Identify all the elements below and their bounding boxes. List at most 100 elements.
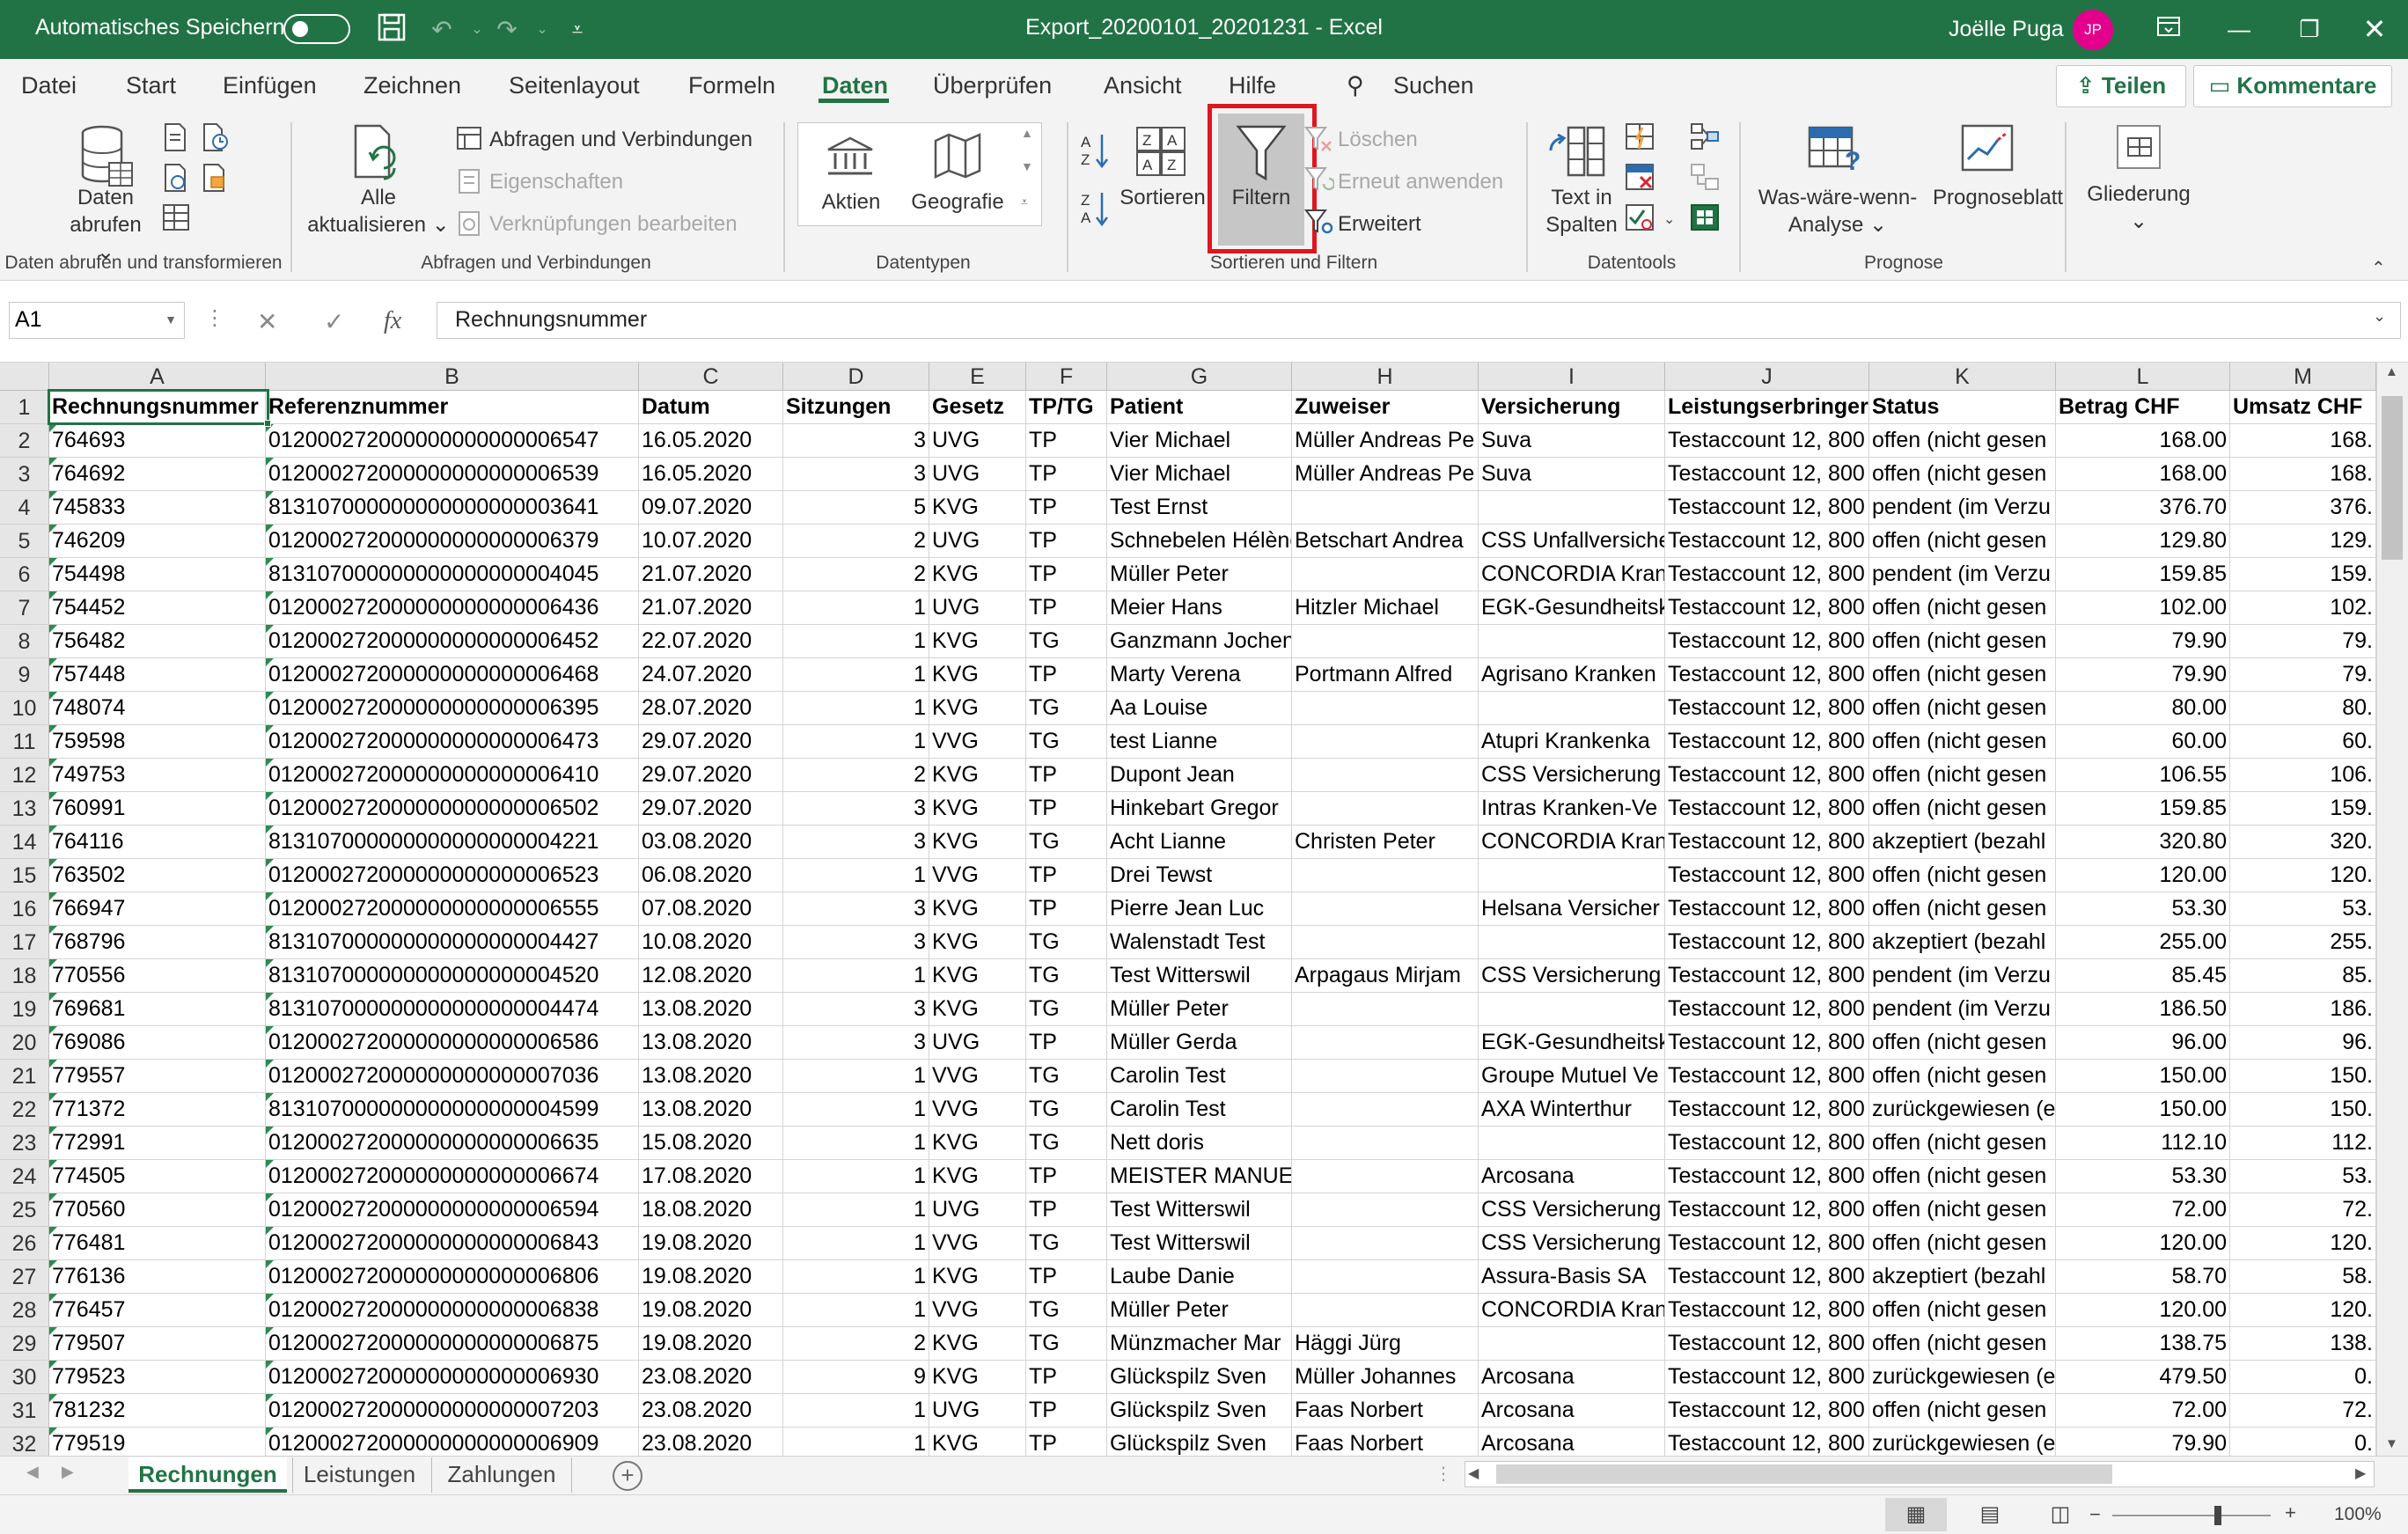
- row-header[interactable]: 8: [0, 625, 49, 658]
- table-cell[interactable]: 776457: [49, 1294, 266, 1327]
- table-cell[interactable]: 748074: [49, 692, 266, 725]
- table-cell[interactable]: KVG: [929, 658, 1026, 692]
- table-cell[interactable]: 012000272000000000000006410: [266, 759, 639, 792]
- table-cell[interactable]: 150.00: [2056, 1093, 2230, 1127]
- table-cell[interactable]: offen (nicht gesen: [1869, 625, 2056, 658]
- table-cell[interactable]: 3: [783, 792, 929, 826]
- table-cell[interactable]: 120.00: [2056, 859, 2230, 892]
- table-cell[interactable]: Testaccount 12, 800: [1665, 491, 1869, 525]
- table-cell[interactable]: 159.85: [2056, 558, 2230, 591]
- search-label[interactable]: Suchen: [1393, 72, 1474, 99]
- table-cell[interactable]: TG: [1026, 1060, 1107, 1093]
- table-cell[interactable]: TP: [1026, 1361, 1107, 1394]
- column-header[interactable]: K: [1869, 363, 2056, 391]
- table-cell[interactable]: 012000272000000000000006635: [266, 1127, 639, 1160]
- table-cell[interactable]: 5: [783, 491, 929, 525]
- table-cell[interactable]: [1479, 993, 1665, 1026]
- table-cell[interactable]: Suva: [1479, 424, 1665, 458]
- table-cell[interactable]: 1: [783, 692, 929, 725]
- table-cell[interactable]: 754452: [49, 591, 266, 625]
- table-cell[interactable]: 779507: [49, 1327, 266, 1361]
- header-cell[interactable]: TP/TG: [1026, 391, 1107, 424]
- table-cell[interactable]: 19.08.2020: [639, 1227, 783, 1260]
- table-cell[interactable]: 012000272000000000000006930: [266, 1361, 639, 1394]
- table-cell[interactable]: offen (nicht gesen: [1869, 591, 2056, 625]
- table-cell[interactable]: TP: [1026, 1193, 1107, 1227]
- table-cell[interactable]: [1292, 558, 1479, 591]
- scroll-right-icon[interactable]: ▶: [2355, 1464, 2366, 1482]
- table-cell[interactable]: KVG: [929, 625, 1026, 658]
- table-cell[interactable]: 255.00: [2056, 926, 2230, 959]
- formula-input[interactable]: Rechnungsnummer: [437, 302, 2401, 339]
- row-header[interactable]: 30: [0, 1361, 49, 1394]
- table-cell[interactable]: 106.: [2230, 759, 2376, 792]
- table-cell[interactable]: 012000272000000000000006395: [266, 692, 639, 725]
- table-cell[interactable]: 1: [783, 625, 929, 658]
- normal-view-icon[interactable]: ▦: [1885, 1498, 1947, 1531]
- table-cell[interactable]: Glückspilz Sven: [1107, 1361, 1292, 1394]
- table-cell[interactable]: offen (nicht gesen: [1869, 424, 2056, 458]
- gliederung-button[interactable]: Gliederung ⌄: [2077, 180, 2200, 235]
- vertical-scroll-thumb[interactable]: [2382, 396, 2403, 560]
- table-cell[interactable]: 1: [783, 1127, 929, 1160]
- table-cell[interactable]: Vier Michael: [1107, 458, 1292, 491]
- table-cell[interactable]: offen (nicht gesen: [1869, 1294, 2056, 1327]
- sheet-tab-leistungen[interactable]: Leistungen: [292, 1457, 426, 1493]
- table-cell[interactable]: Assura-Basis SA: [1479, 1260, 1665, 1294]
- table-cell[interactable]: [1479, 859, 1665, 892]
- table-cell[interactable]: TP: [1026, 1026, 1107, 1060]
- table-cell[interactable]: Testaccount 12, 800: [1665, 1127, 1869, 1160]
- table-cell[interactable]: 72.00: [2056, 1394, 2230, 1428]
- table-cell[interactable]: 774505: [49, 1160, 266, 1193]
- table-cell[interactable]: pendent (im Verzu: [1869, 959, 2056, 993]
- table-cell[interactable]: Carolin Test: [1107, 1093, 1292, 1127]
- table-cell[interactable]: 60.: [2230, 725, 2376, 759]
- table-cell[interactable]: test Lianne: [1107, 725, 1292, 759]
- table-cell[interactable]: 012000272000000000000006838: [266, 1294, 639, 1327]
- table-cell[interactable]: TP: [1026, 658, 1107, 692]
- table-cell[interactable]: 012000272000000000000006436: [266, 591, 639, 625]
- tab-seitenlayout[interactable]: Seitenlayout: [509, 72, 640, 99]
- table-cell[interactable]: [1292, 759, 1479, 792]
- table-cell[interactable]: 759598: [49, 725, 266, 759]
- page-break-preview-icon[interactable]: ◫: [2030, 1498, 2091, 1531]
- tab-datei[interactable]: Datei: [21, 72, 77, 99]
- table-cell[interactable]: 80.: [2230, 692, 2376, 725]
- sheet-next-icon[interactable]: ▶: [62, 1463, 74, 1481]
- table-cell[interactable]: 120.: [2230, 1227, 2376, 1260]
- table-cell[interactable]: Müller Peter: [1107, 993, 1292, 1026]
- column-header[interactable]: F: [1026, 363, 1107, 391]
- row-header[interactable]: 29: [0, 1327, 49, 1361]
- table-cell[interactable]: Christen Peter: [1292, 826, 1479, 859]
- minimize-icon[interactable]: —: [2213, 9, 2265, 49]
- table-cell[interactable]: [1479, 1127, 1665, 1160]
- table-cell[interactable]: 1: [783, 1193, 929, 1227]
- aktien-button[interactable]: Aktien: [807, 188, 895, 216]
- row-header[interactable]: 17: [0, 926, 49, 959]
- table-cell[interactable]: 012000272000000000000006539: [266, 458, 639, 491]
- sortieren-button[interactable]: Sortieren: [1114, 184, 1211, 211]
- table-cell[interactable]: 19.08.2020: [639, 1260, 783, 1294]
- table-cell[interactable]: MEISTER MANUEL: [1107, 1160, 1292, 1193]
- table-cell[interactable]: 16.05.2020: [639, 424, 783, 458]
- column-header[interactable]: I: [1479, 363, 1665, 391]
- erweitert-button[interactable]: Erweitert: [1338, 212, 1421, 237]
- table-cell[interactable]: Testaccount 12, 800: [1665, 1294, 1869, 1327]
- table-cell[interactable]: 1: [783, 658, 929, 692]
- scroll-up-icon[interactable]: ▲: [2385, 364, 2398, 379]
- table-cell[interactable]: [1292, 692, 1479, 725]
- row-header[interactable]: 16: [0, 892, 49, 926]
- table-cell[interactable]: Testaccount 12, 800: [1665, 792, 1869, 826]
- table-cell[interactable]: CSS Versicherung: [1479, 1227, 1665, 1260]
- table-cell[interactable]: 06.08.2020: [639, 859, 783, 892]
- table-cell[interactable]: 1: [783, 1294, 929, 1327]
- fill-handle[interactable]: [264, 420, 271, 427]
- table-cell[interactable]: Test Witterswil: [1107, 1193, 1292, 1227]
- row-header[interactable]: 6: [0, 558, 49, 591]
- table-cell[interactable]: Testaccount 12, 800: [1665, 558, 1869, 591]
- table-cell[interactable]: 012000272000000000000006379: [266, 525, 639, 558]
- table-cell[interactable]: 745833: [49, 491, 266, 525]
- table-cell[interactable]: [1292, 1260, 1479, 1294]
- table-cell[interactable]: 9: [783, 1361, 929, 1394]
- table-cell[interactable]: pendent (im Verzu: [1869, 491, 2056, 525]
